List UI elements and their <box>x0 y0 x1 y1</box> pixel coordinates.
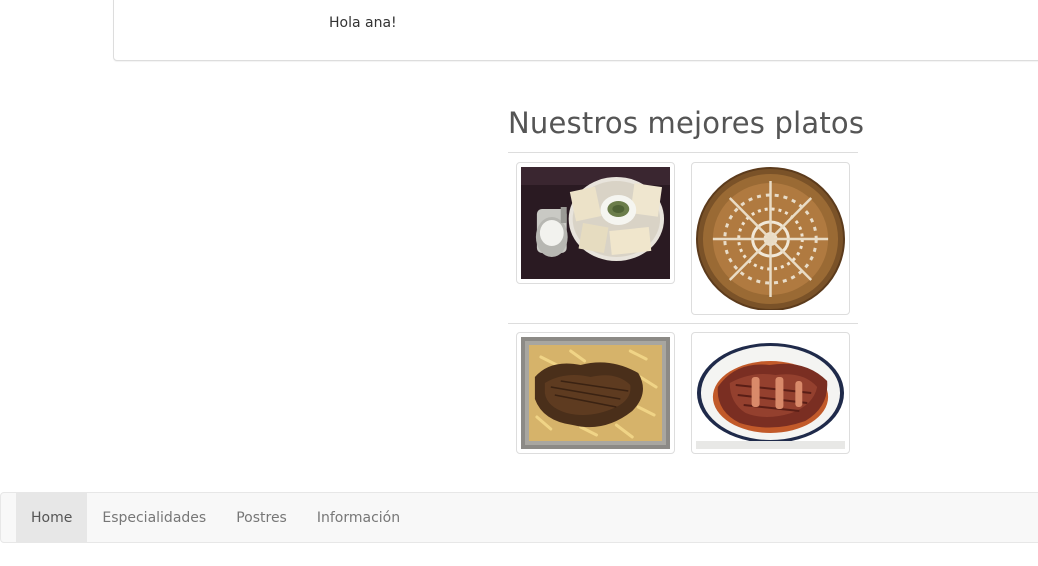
greeting-text: Hola ana! <box>329 15 397 31</box>
dish-thumbnail-2[interactable] <box>691 162 850 315</box>
section-title: Nuestros mejores platos <box>508 106 865 140</box>
dish-thumbnail-3[interactable] <box>516 332 675 454</box>
bottom-navbar: Home Especialidades Postres Información <box>0 492 1038 543</box>
dish-photo-bread-dip <box>521 167 670 279</box>
nav-item-home[interactable]: Home <box>16 493 88 542</box>
dish-photo-meat-fries <box>521 337 670 449</box>
dish-thumbnail-1[interactable] <box>516 162 675 284</box>
nav-list: Home Especialidades Postres Información <box>16 493 415 542</box>
nav-item-informacion[interactable]: Información <box>302 493 415 542</box>
section-divider <box>508 323 858 324</box>
dish-thumbnail-4[interactable] <box>691 332 850 454</box>
greeting-panel: Hola ana! <box>113 0 1038 61</box>
nav-item-postres[interactable]: Postres <box>221 493 302 542</box>
nav-item-especialidades[interactable]: Especialidades <box>87 493 221 542</box>
dish-photo-round-bread <box>696 167 845 310</box>
section-divider <box>508 152 858 153</box>
dish-photo-ribs-plate <box>696 337 845 449</box>
